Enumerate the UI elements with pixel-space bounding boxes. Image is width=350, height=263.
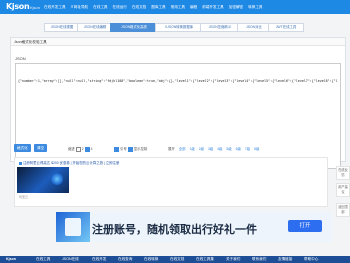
footer-link[interactable]: 关于我们 [226, 257, 240, 262]
footer-logo[interactable]: Kjson [6, 257, 16, 261]
nav-item[interactable]: 在线文档 [132, 5, 146, 10]
clear-button[interactable]: 清空 [34, 144, 48, 152]
json-label: JSON [15, 56, 26, 61]
nav-item[interactable]: 编程 [190, 5, 197, 10]
promo-open-button[interactable]: 打开 [288, 220, 322, 232]
footer-link[interactable]: 在线工具集 [196, 257, 214, 262]
tab-json-compress[interactable]: JSON压缩转义 [200, 23, 240, 32]
nav-item[interactable]: 转换工具 [248, 5, 262, 10]
footer-link[interactable]: 友情链接 [278, 257, 292, 262]
format-button[interactable]: 格式化 [14, 144, 31, 152]
footer-link[interactable]: JSON在线 [62, 257, 79, 262]
footer-link[interactable]: 在线文档 [170, 257, 184, 262]
promo-text: 注册账号，随机领取出行好礼一件 [92, 223, 257, 236]
indent-4-radio[interactable] [84, 146, 90, 152]
nav-item[interactable]: 在线开发工具 [44, 5, 66, 10]
tab-json-edit[interactable]: JSON在线编辑 [77, 23, 113, 32]
nav-item[interactable]: 前端开发工具 [202, 5, 224, 10]
footer-link[interactable]: 帮助中心 [304, 257, 318, 262]
level-all-link[interactable]: 全部 [179, 147, 186, 151]
nav-item[interactable]: 常用工具 [171, 5, 185, 10]
indent-2-radio[interactable] [75, 146, 81, 152]
level-8-link[interactable]: 8级 [254, 147, 259, 151]
nav-item[interactable]: 在线运行 [113, 5, 127, 10]
footer-link[interactable]: 在线工具 [36, 257, 50, 262]
ad-image[interactable] [17, 167, 69, 193]
nav-item[interactable]: 图库工具 [151, 5, 165, 10]
indent-4-label: 4 [90, 147, 93, 151]
tab-json-view[interactable]: JSON在线视图 [44, 23, 80, 32]
footer-link[interactable]: 在线开发 [92, 257, 106, 262]
footer-link[interactable]: 在线查询 [118, 257, 132, 262]
panel-title: Json格式化校验工具 [11, 38, 345, 46]
main-nav: 在线开发工具 IT网址导航 在线工具 在线运行 在线文档 图库工具 常用工具 编… [44, 5, 263, 10]
indent-label: 缩进 [68, 147, 75, 151]
ad-source: 阿里云 [19, 195, 29, 199]
quote-label: 引号 [120, 147, 127, 151]
nav-item[interactable]: IT网址导航 [71, 5, 89, 10]
side-feedback[interactable]: 在线反馈 [336, 166, 350, 180]
promo-phone-icon [56, 212, 90, 242]
footer-bar: Kjson 在线工具 JSON在线 在线开发 在线查询 在线转换 在线文档 在线… [0, 256, 350, 263]
site-logo[interactable]: Kjson [6, 2, 30, 11]
tab-jwt[interactable]: JWT在线工具 [268, 23, 304, 32]
tab-json-compare[interactable]: JSON对比 [237, 23, 271, 32]
show-controls-checkbox[interactable] [127, 146, 133, 152]
level-7-link[interactable]: 7级 [245, 147, 250, 151]
level-4-link[interactable]: 4级 [217, 147, 222, 151]
footer-link[interactable]: 在线转换 [144, 257, 158, 262]
expand-label: 展开 [168, 147, 175, 151]
level-2-link[interactable]: 2级 [199, 147, 204, 151]
level-3-link[interactable]: 3级 [208, 147, 213, 151]
json-input[interactable]: {"number":1,"array":[],"null":null,"stri… [15, 63, 341, 169]
nav-item[interactable]: 在线工具 [93, 5, 107, 10]
side-back-to-top[interactable]: 返回顶部 [336, 203, 350, 217]
format-controls: 格式化 清空 缩进 2 4 引号 显示控制 展开 全部 1级 2级 3级 4级 … [14, 144, 344, 153]
show-controls-label: 显示控制 [133, 147, 148, 151]
ad-check-icon [19, 161, 22, 165]
indent-2-label: 2 [81, 147, 84, 151]
level-6-link[interactable]: 6级 [236, 147, 241, 151]
side-suggestion[interactable]: 用户建议 [336, 183, 350, 197]
logo-subtitle: Kjson [30, 5, 41, 10]
level-5-link[interactable]: 5级 [226, 147, 231, 151]
ad-box[interactable]: 注册阿里云得高达 $200 优惠券 | 开始您的云计算之旅 | 立即注册 阿里云 [14, 157, 328, 207]
quote-checkbox[interactable] [114, 146, 119, 152]
tab-json-format[interactable]: JSON格式化高亮 [110, 23, 158, 32]
ad-text[interactable]: 注册阿里云得高达 $200 优惠券 | 开始您的云计算之旅 | 立即注册 [23, 161, 119, 165]
footer-link[interactable]: 联系我们 [252, 257, 266, 262]
top-nav-bar: Kjson Kjson 在线开发工具 IT网址导航 在线工具 在线运行 在线文档… [0, 0, 350, 14]
promo-banner[interactable]: 注册账号，随机领取出行好礼一件 打开 [56, 212, 332, 242]
nav-item[interactable]: 加密解密 [229, 5, 243, 10]
level-1-link[interactable]: 1级 [189, 147, 194, 151]
tab-json-database[interactable]: XJSON转换数据库 [155, 23, 203, 32]
